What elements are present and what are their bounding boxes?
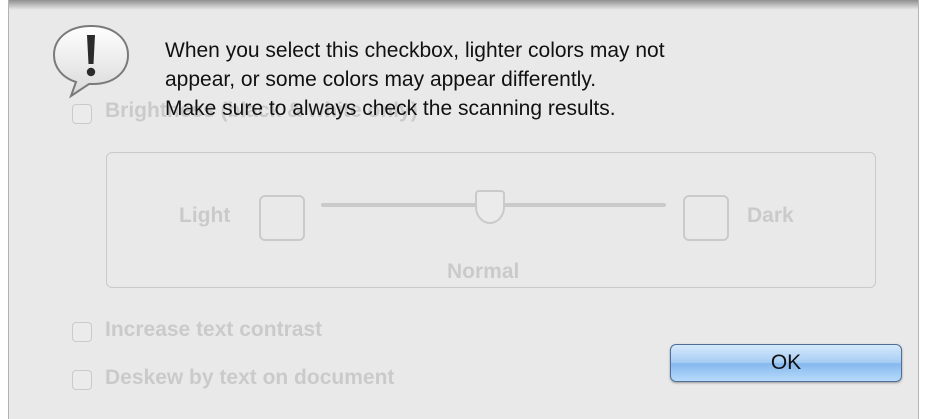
exclamation-speech-bubble-icon xyxy=(49,22,133,100)
brightness-checkbox xyxy=(72,104,92,124)
slider-normal-label: Normal xyxy=(447,260,520,283)
lighter-button xyxy=(259,195,305,241)
increase-contrast-checkbox xyxy=(72,322,92,342)
alert-message-line: Make sure to always check the scanning r… xyxy=(165,97,616,120)
ok-button-label: OK xyxy=(770,351,802,374)
alert-message: When you select this checkbox, lighter c… xyxy=(165,36,865,123)
alert-dialog: Brightness (black & white only) Light Da… xyxy=(8,0,919,419)
alert-message-line: appear, or some colors may appear differ… xyxy=(165,68,597,91)
slider-dark-label: Dark xyxy=(747,204,794,227)
brightness-slider-knob xyxy=(475,190,505,224)
alert-message-line: When you select this checkbox, lighter c… xyxy=(165,39,665,62)
increase-contrast-label: Increase text contrast xyxy=(105,318,323,341)
darker-button xyxy=(683,195,729,241)
deskew-label: Deskew by text on document xyxy=(105,366,395,389)
slider-light-label: Light xyxy=(179,204,231,227)
deskew-checkbox xyxy=(72,370,92,390)
ok-button[interactable]: OK xyxy=(670,344,902,382)
